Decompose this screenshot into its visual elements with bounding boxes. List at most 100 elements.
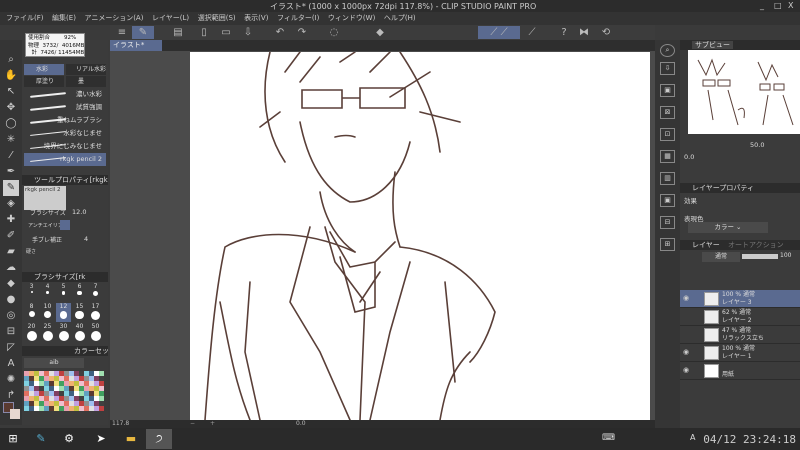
clock[interactable]: 04/12 23:24:18 <box>703 433 796 446</box>
layer-tab[interactable]: レイヤー <box>692 241 720 249</box>
brush-size-option[interactable]: 12 <box>56 303 71 322</box>
lasso-tool-icon[interactable]: ◯ <box>3 116 19 132</box>
save-icon[interactable]: ⇩ <box>240 26 256 39</box>
layer-row[interactable]: 62 % 通常 レイヤー 2 <box>680 308 800 326</box>
clear-selection-icon[interactable]: ◌ <box>326 26 342 39</box>
color-set-dropdown[interactable]: aib <box>24 358 84 368</box>
layers-icon[interactable]: ▤ <box>170 26 186 39</box>
sub-color-swatch[interactable] <box>10 409 20 419</box>
open-folder-icon[interactable]: ▭ <box>218 26 234 39</box>
snap-icons[interactable]: ⟋ ⟋ <box>478 26 520 39</box>
material-icon[interactable]: ⊟ <box>660 216 675 229</box>
material-icon[interactable]: ⊡ <box>660 128 675 141</box>
blend-mode-dropdown[interactable]: 通常 <box>702 252 740 262</box>
opacity-value[interactable]: 100 <box>780 252 791 259</box>
clip-studio-paint-icon[interactable]: ੭ <box>146 429 172 449</box>
frame-tool-icon[interactable]: ⊟ <box>3 324 19 340</box>
layer-row[interactable]: ◉ 用紙 <box>680 362 800 380</box>
eye-icon[interactable]: ◉ <box>683 366 689 374</box>
eyedropper-icon[interactable]: ⁄ <box>3 148 19 164</box>
color-swatch[interactable] <box>99 406 104 411</box>
gradient-tool-icon[interactable]: ● <box>3 292 19 308</box>
folder-icon[interactable]: ▬ <box>118 429 144 449</box>
app-icon[interactable]: ⚙ <box>56 429 82 449</box>
subview-rotation[interactable]: 0.0 <box>684 153 694 161</box>
clip-studio-icon[interactable]: ✎ <box>132 26 154 39</box>
redo-icon[interactable]: ↷ <box>294 26 310 39</box>
pen-tool-icon[interactable]: ✒ <box>3 164 19 180</box>
material-icon[interactable]: ⇩ <box>660 62 675 75</box>
zoom-tool-icon[interactable]: ⌕ <box>3 52 19 68</box>
subview-zoom[interactable]: 50.0 <box>750 141 764 149</box>
expression-color-dropdown[interactable]: カラー ⌄ <box>688 222 768 233</box>
subview-tab[interactable]: サブビュー <box>692 41 733 49</box>
eye-icon[interactable]: ◉ <box>683 294 689 302</box>
text-tool-icon[interactable]: A <box>3 356 19 372</box>
brush-tab-watercolor[interactable]: 水彩 <box>24 64 64 75</box>
brush-size-option[interactable]: 7 <box>88 283 103 302</box>
operation-tool-icon[interactable]: ↖ <box>3 84 19 100</box>
menu-animation[interactable]: アニメーション(A) <box>84 12 143 25</box>
menu-icon[interactable]: ≡ <box>114 26 130 39</box>
app-icon[interactable]: ✎ <box>28 429 54 449</box>
new-file-icon[interactable]: ▯ <box>196 26 212 39</box>
brush-tab-ink[interactable]: 墨 <box>66 76 106 87</box>
brush-item-selected[interactable]: rkgk pencil 2 <box>24 153 106 166</box>
fill-tool-icon[interactable]: ◆ <box>3 276 19 292</box>
keyboard-icon[interactable]: ⌨ <box>602 433 615 443</box>
material-icon[interactable]: ▣ <box>660 194 675 207</box>
brush-item[interactable]: 境界にじみなじませ <box>24 140 106 153</box>
stabilization-value[interactable]: 4 <box>84 235 88 243</box>
brush-size-option[interactable]: 17 <box>88 303 103 322</box>
ruler-tool-icon[interactable]: ◸ <box>3 340 19 356</box>
brush-size-option[interactable]: 30 <box>56 323 71 342</box>
brush-size-option[interactable]: 25 <box>40 323 55 342</box>
layer-row[interactable]: ◉ 100 % 通常 レイヤー 3 <box>680 290 800 308</box>
subview-image[interactable] <box>688 50 800 134</box>
brush-size-option[interactable]: 20 <box>24 323 39 342</box>
ruler-snap-icon[interactable]: ⟋ <box>524 26 540 39</box>
material-icon[interactable]: ▦ <box>660 150 675 163</box>
material-icon[interactable]: ⊠ <box>660 106 675 119</box>
brush-item[interactable]: 試質強調 <box>24 101 106 114</box>
menu-filter[interactable]: フィルター(I) <box>277 12 319 25</box>
search-icon[interactable]: ⌕ <box>660 44 675 57</box>
brush-item[interactable]: 水彩なじませ <box>24 127 106 140</box>
brush-tab-thick-paint[interactable]: 厚塗り <box>24 76 64 87</box>
brush-size-value[interactable]: 12.0 <box>72 208 86 216</box>
brush-size-option[interactable]: 4 <box>40 283 55 302</box>
brush-size-option[interactable]: 3 <box>24 283 39 302</box>
flip-horizontal-icon[interactable]: ⧓ <box>576 26 592 39</box>
brush-size-option[interactable]: 6 <box>72 283 87 302</box>
material-icon[interactable]: ⊞ <box>660 238 675 251</box>
menu-window[interactable]: ウィンドウ(W) <box>328 12 375 25</box>
material-icon[interactable]: ▥ <box>660 172 675 185</box>
move-tool-icon[interactable]: ✥ <box>3 100 19 116</box>
brush-size-option[interactable]: 15 <box>72 303 87 322</box>
opacity-slider[interactable] <box>742 254 778 259</box>
pencil-tool-icon[interactable]: ✎ <box>3 180 19 196</box>
menu-edit[interactable]: 編集(E) <box>52 12 76 25</box>
airbrush-tool-icon[interactable]: ✚ <box>3 212 19 228</box>
help-icon[interactable]: ? <box>556 26 572 39</box>
menu-selection[interactable]: 選択範囲(S) <box>198 12 236 25</box>
layer-row[interactable]: ◉ 100 % 通常 レイヤー 1 <box>680 344 800 362</box>
drawing-canvas[interactable] <box>190 52 650 420</box>
ime-indicator[interactable]: A <box>690 433 695 442</box>
menu-layer[interactable]: レイヤー(L) <box>152 12 189 25</box>
brush-tab-real-watercolor[interactable]: リアル水彩 <box>66 64 106 75</box>
document-tab[interactable]: イラスト* × <box>110 40 162 60</box>
menu-view[interactable]: 表示(V) <box>244 12 268 25</box>
fill-icon[interactable]: ◆ <box>372 26 388 39</box>
minimize-button[interactable]: _ <box>760 1 764 10</box>
windows-start-icon[interactable]: ⊞ <box>0 429 26 449</box>
clip-studio-launcher-icon[interactable]: ➤ <box>88 429 114 449</box>
maximize-button[interactable]: □ <box>774 1 782 10</box>
brush-item[interactable]: 重ねムラブラシ <box>24 114 106 127</box>
decoration-tool-icon[interactable]: ✐ <box>3 228 19 244</box>
blend-tool-icon[interactable]: ☁ <box>3 260 19 276</box>
undo-icon[interactable]: ↶ <box>272 26 288 39</box>
eye-icon[interactable]: ◉ <box>683 348 689 356</box>
material-icon[interactable]: ▣ <box>660 84 675 97</box>
brush-size-option[interactable]: 50 <box>88 323 103 342</box>
